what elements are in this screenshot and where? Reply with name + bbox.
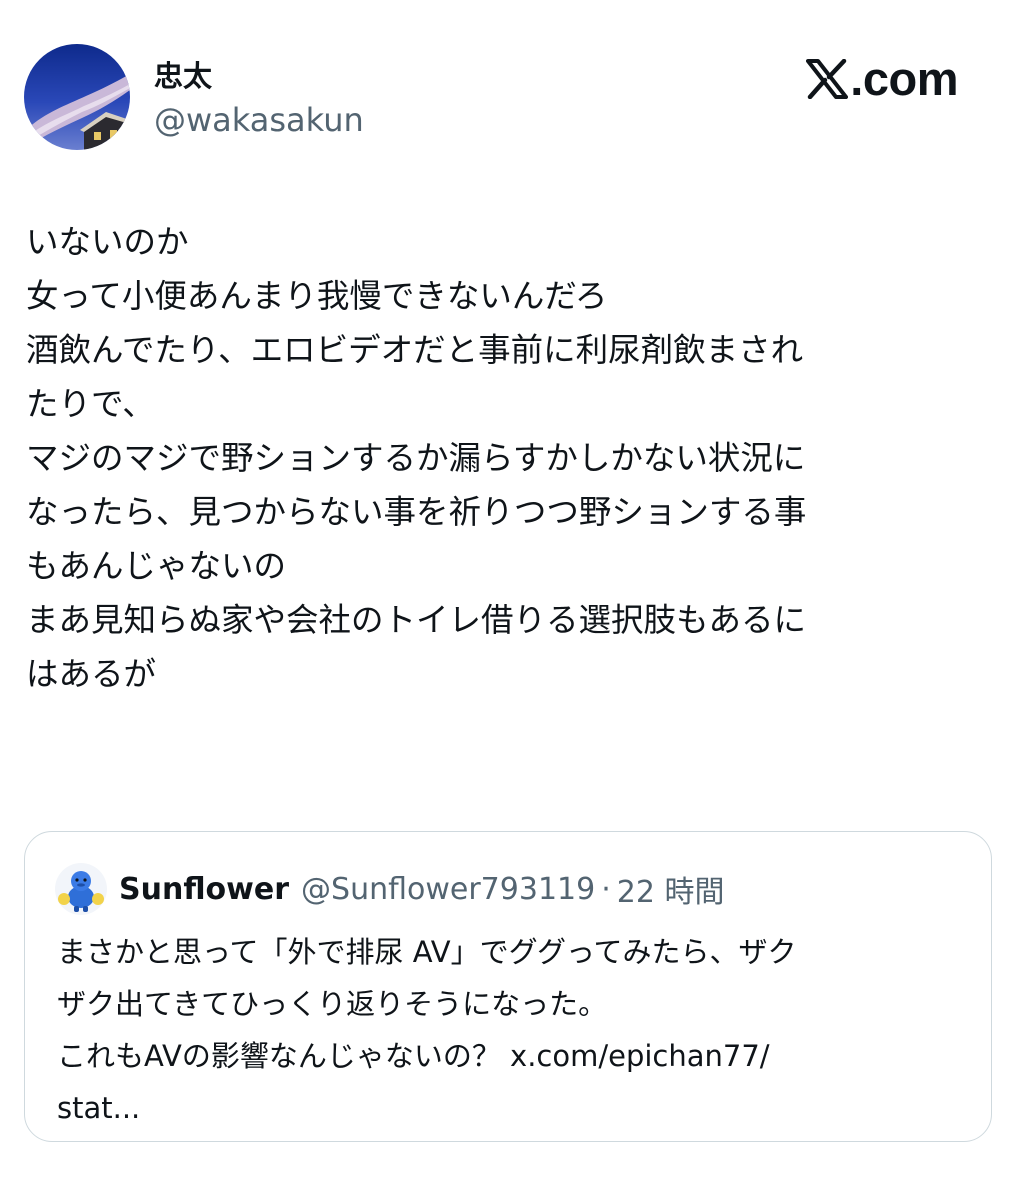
quote-line: ザク出てきてひっくり返りそうになった。 bbox=[57, 987, 608, 1021]
x-com-brand: .com bbox=[806, 54, 958, 104]
tweet-line: マジのマジで野ションするか漏らすかしかない状況に bbox=[26, 439, 806, 477]
tweet-line: 酒飲んでたり、エロビデオだと事前に利尿剤飲まされ bbox=[26, 331, 804, 369]
author-handle[interactable]: @wakasakun bbox=[154, 100, 364, 140]
tweet-text: いないのか 女って小便あんまり我慢できないんだろ 酒飲んでたり、エロビデオだと事… bbox=[26, 215, 976, 701]
tweet-line: なったら、見つからない事を祈りつつ野ションする事 bbox=[26, 493, 807, 531]
tweet-line: いないのか bbox=[26, 223, 189, 261]
tweet-header: 忠太 @wakasakun .com bbox=[24, 44, 964, 152]
quote-separator: · bbox=[601, 871, 611, 907]
quote-line: これもAVの影響なんじゃないの？ x.com/epichan77/ bbox=[57, 1039, 770, 1073]
quote-timestamp[interactable]: 22 時間 bbox=[617, 867, 725, 911]
quote-author-handle[interactable]: @Sunflower793119 bbox=[301, 872, 595, 907]
quote-line: まさかと思って「外で排尿 AV」でググってみたら、ザク bbox=[57, 935, 797, 969]
author-names: 忠太 @wakasakun bbox=[154, 58, 364, 140]
quote-author-display-name[interactable]: Sunflower bbox=[119, 872, 289, 907]
tweet-line: はあるが bbox=[26, 655, 157, 693]
author-avatar[interactable] bbox=[24, 44, 130, 150]
quote-line: stat... bbox=[57, 1091, 141, 1125]
quote-author-avatar[interactable] bbox=[55, 863, 107, 915]
quote-text: まさかと思って「外で排尿 AV」でググってみたら、ザク ザク出てきてひっくり返り… bbox=[57, 926, 977, 1134]
x-logo-icon bbox=[806, 59, 849, 99]
author-display-name[interactable]: 忠太 bbox=[154, 58, 364, 94]
tweet-line: もあんじゃないの bbox=[26, 547, 287, 585]
quote-header: Sunflower @Sunflower793119 · 22 時間 bbox=[55, 862, 724, 916]
avatar-sky-photo-icon bbox=[24, 44, 130, 150]
tweet-line: 女って小便あんまり我慢できないんだろ bbox=[26, 277, 608, 315]
brand-domain-text: .com bbox=[850, 52, 958, 105]
tweet-line: たりで、 bbox=[26, 385, 155, 423]
quote-tweet-card[interactable]: Sunflower @Sunflower793119 · 22 時間 まさかと思… bbox=[24, 831, 992, 1142]
avatar-blue-character-icon bbox=[55, 863, 107, 915]
tweet-line: まあ見知らぬ家や会社のトイレ借りる選択肢もあるに bbox=[26, 601, 807, 639]
